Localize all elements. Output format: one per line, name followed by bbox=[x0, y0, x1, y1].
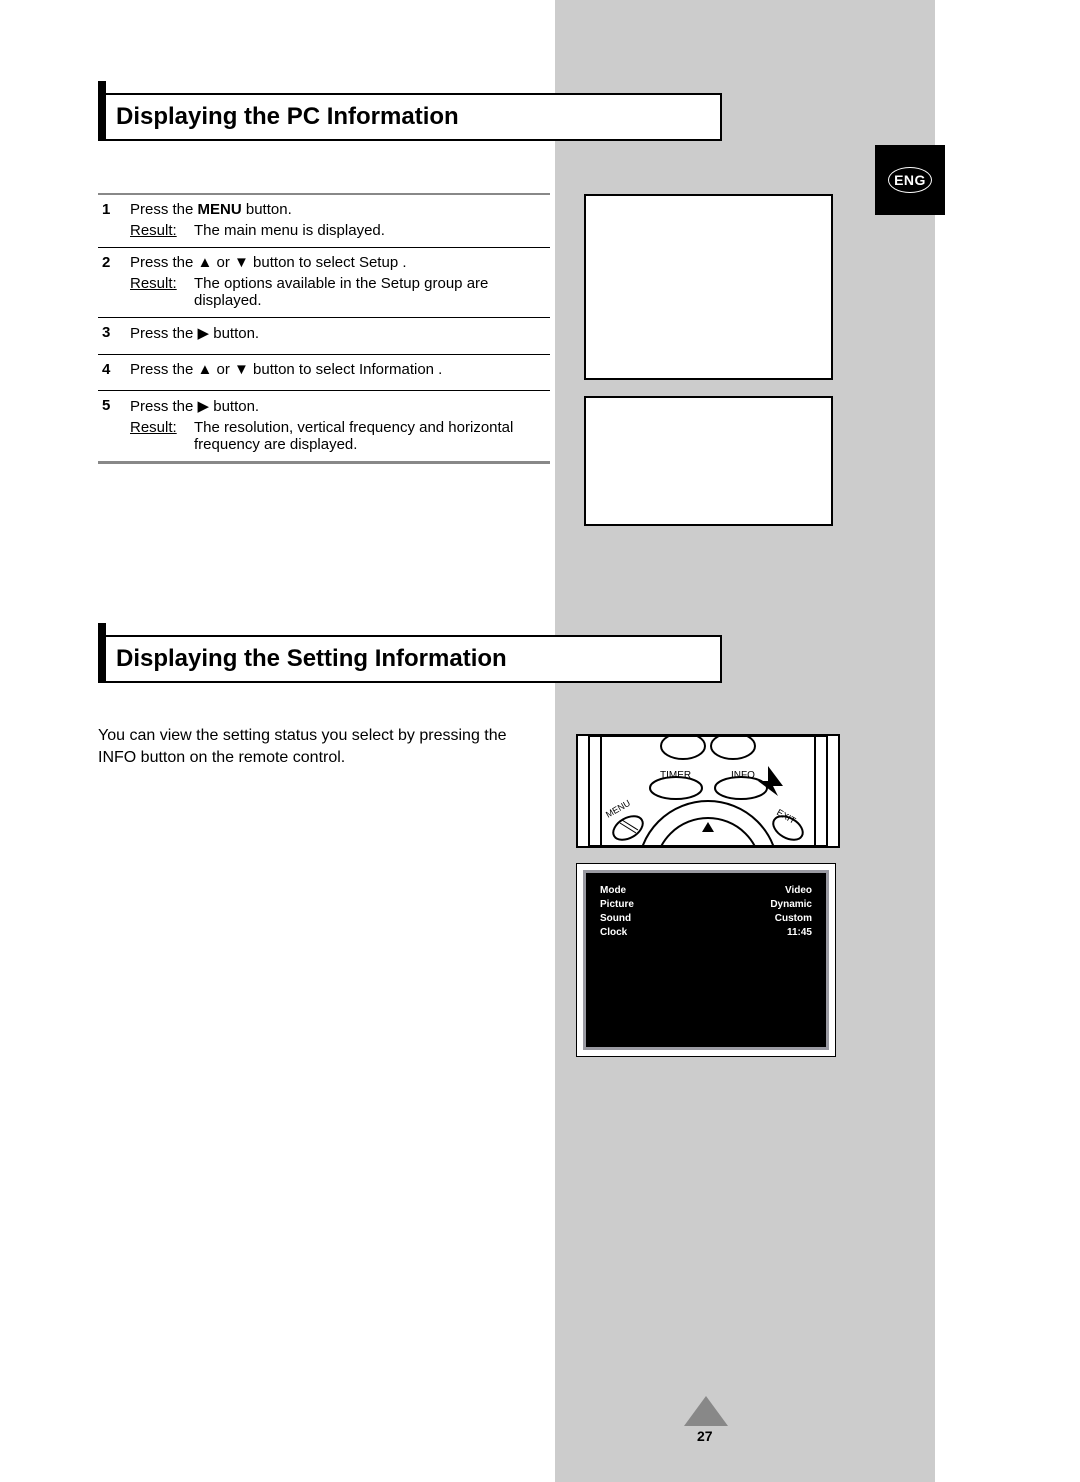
step-instruction: Press the ▲ or ▼ button to select Setup … bbox=[130, 254, 550, 271]
timer-label: TIMER bbox=[660, 770, 691, 781]
step-instruction: Press the MENU button. bbox=[130, 201, 550, 218]
osd-label: Picture bbox=[600, 899, 634, 910]
step-number: 2 bbox=[98, 254, 130, 309]
osd-value: Dynamic bbox=[770, 899, 812, 910]
language-badge-text: ENG bbox=[888, 167, 932, 193]
result-text: The resolution, vertical frequency and h… bbox=[194, 419, 550, 453]
heading-accent bbox=[98, 81, 106, 141]
result-label: Result: bbox=[130, 275, 194, 309]
section-heading-setting-info: Displaying the Setting Information bbox=[98, 635, 722, 683]
osd-value: Video bbox=[785, 885, 812, 896]
info-label: INFO bbox=[731, 770, 755, 781]
result-label: Result: bbox=[130, 419, 194, 453]
step-number: 3 bbox=[98, 324, 130, 346]
steps-table: 1 Press the MENU button. Result: The mai… bbox=[98, 193, 550, 464]
osd-row: Sound Custom bbox=[600, 913, 812, 924]
step-row: 3 Press the ▶ button. bbox=[98, 318, 550, 355]
page-number: 27 bbox=[697, 1428, 713, 1444]
section-heading-pc-info: Displaying the PC Information bbox=[98, 93, 722, 141]
osd-row: Clock 11:45 bbox=[600, 927, 812, 938]
osd-label: Mode bbox=[600, 885, 626, 896]
step-row: 5 Press the ▶ button. Result: The resolu… bbox=[98, 391, 550, 461]
step-number: 4 bbox=[98, 361, 130, 382]
step-row: 4 Press the ▲ or ▼ button to select Info… bbox=[98, 355, 550, 391]
osd-label: Sound bbox=[600, 913, 631, 924]
osd-label: Clock bbox=[600, 927, 627, 938]
step-number: 5 bbox=[98, 397, 130, 453]
screen-placeholder-1 bbox=[584, 194, 833, 380]
step-instruction: Press the ▲ or ▼ button to select Inform… bbox=[130, 361, 550, 378]
osd-value: Custom bbox=[775, 913, 812, 924]
step-row: 1 Press the MENU button. Result: The mai… bbox=[98, 195, 550, 248]
language-badge: ENG bbox=[875, 145, 945, 215]
osd-row: Picture Dynamic bbox=[600, 899, 812, 910]
footer-arrow-icon bbox=[684, 1396, 728, 1426]
step-instruction: Press the ▶ button. bbox=[130, 397, 550, 415]
osd-info-panel: Mode Video Picture Dynamic Sound Custom … bbox=[576, 863, 836, 1057]
heading-accent bbox=[98, 623, 106, 683]
screen-placeholder-2 bbox=[584, 396, 833, 526]
result-text: The options available in the Setup group… bbox=[194, 275, 550, 309]
step-number: 1 bbox=[98, 201, 130, 239]
step-row: 2 Press the ▲ or ▼ button to select Setu… bbox=[98, 248, 550, 318]
remote-illustration: TIMER INFO MENU EXIT bbox=[576, 734, 840, 848]
result-label: Result: bbox=[130, 222, 194, 239]
osd-row: Mode Video bbox=[600, 885, 812, 896]
intro-paragraph: You can view the setting status you sele… bbox=[98, 725, 538, 768]
heading-title: Displaying the PC Information bbox=[116, 103, 459, 131]
osd-value: 11:45 bbox=[787, 927, 812, 938]
result-text: The main menu is displayed. bbox=[194, 222, 550, 239]
heading-title: Displaying the Setting Information bbox=[116, 645, 507, 673]
step-instruction: Press the ▶ button. bbox=[130, 324, 550, 342]
